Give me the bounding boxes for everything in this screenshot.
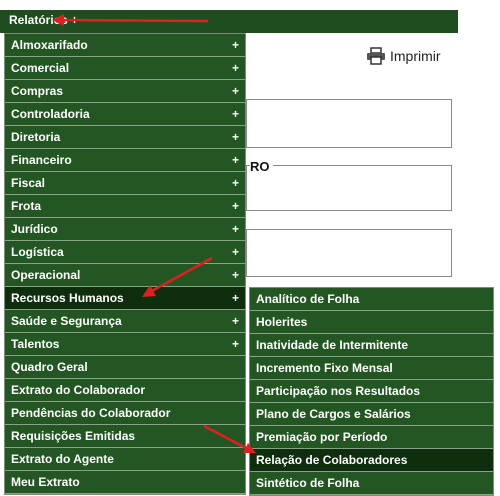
menu-item-label: Controladoria bbox=[11, 107, 90, 121]
menu-item-label: Comercial bbox=[11, 61, 70, 75]
submenu-item-label: Incremento Fixo Mensal bbox=[256, 361, 393, 375]
printer-icon bbox=[367, 47, 385, 65]
menu-item-label: Financeiro bbox=[11, 153, 72, 167]
expand-plus-icon: + bbox=[231, 107, 239, 121]
menu-item-recursos-humanos[interactable]: Recursos Humanos + bbox=[5, 287, 245, 310]
reports-dropdown-menu: Almoxarifado + Comercial + Compras + Controlad… bbox=[4, 33, 246, 495]
menu-item-requisicoes-emitidas[interactable]: Requisições Emitidas bbox=[5, 425, 245, 448]
submenu-item-label: Relação de Colaboradores bbox=[256, 453, 408, 467]
menu-item-comercial[interactable]: Comercial + bbox=[5, 57, 245, 80]
menu-item-frota[interactable]: Frota + bbox=[5, 195, 245, 218]
expand-plus-icon: + bbox=[231, 130, 239, 144]
menu-item-controladoria[interactable]: Controladoria + bbox=[5, 103, 245, 126]
menu-item-label: Talentos bbox=[11, 337, 60, 351]
submenu-item-label: Analítico de Folha bbox=[256, 292, 360, 306]
menu-item-extrato-do-colaborador[interactable]: Extrato do Colaborador bbox=[5, 379, 245, 402]
submenu-item-label: Inatividade de Intermitente bbox=[256, 338, 409, 352]
menu-item-talentos[interactable]: Talentos + bbox=[5, 333, 245, 356]
menu-item-label: Diretoria bbox=[11, 130, 61, 144]
menu-item-saude-e-seguranca[interactable]: Saúde e Segurança + bbox=[5, 310, 245, 333]
submenu-item-label: Plano de Cargos e Salários bbox=[256, 407, 411, 421]
submenu-item-label: Premiação por Período bbox=[256, 430, 388, 444]
reports-menu-title[interactable]: Relatórios + bbox=[9, 13, 78, 27]
menu-item-label: Compras bbox=[11, 84, 64, 98]
menu-item-label: Requisições Emitidas bbox=[11, 429, 136, 443]
expand-plus-icon: + bbox=[231, 153, 239, 167]
submenu-item-plano-de-cargos-e-salarios[interactable]: Plano de Cargos e Salários bbox=[250, 403, 493, 426]
menu-item-operacional[interactable]: Operacional + bbox=[5, 264, 245, 287]
menu-item-logistica[interactable]: Logística + bbox=[5, 241, 245, 264]
menu-item-compras[interactable]: Compras + bbox=[5, 80, 245, 103]
menu-item-label: Operacional bbox=[11, 268, 81, 282]
menu-item-label: Logística bbox=[11, 245, 64, 259]
menu-item-almoxarifado[interactable]: Almoxarifado + bbox=[5, 34, 245, 57]
expand-plus-icon: + bbox=[231, 222, 239, 236]
menu-item-diretoria[interactable]: Diretoria + bbox=[5, 126, 245, 149]
expand-plus-icon: + bbox=[231, 61, 239, 75]
expand-plus-icon: + bbox=[231, 268, 239, 282]
menu-item-label: Pendências do Colaborador bbox=[11, 406, 171, 420]
submenu-item-label: Holerites bbox=[256, 315, 308, 329]
submenu-item-analitico-de-folha[interactable]: Analítico de Folha bbox=[250, 288, 493, 311]
menu-item-label: Extrato do Agente bbox=[11, 452, 114, 466]
submenu-item-holerites[interactable]: Holerites bbox=[250, 311, 493, 334]
menu-item-fiscal[interactable]: Fiscal + bbox=[5, 172, 245, 195]
expand-plus-icon: + bbox=[231, 84, 239, 98]
expand-plus-icon: + bbox=[231, 176, 239, 190]
submenu-item-premiacao-por-periodo[interactable]: Premiação por Período bbox=[250, 426, 493, 449]
submenu-item-inatividade-de-intermitente[interactable]: Inatividade de Intermitente bbox=[250, 334, 493, 357]
expand-plus-icon: + bbox=[231, 245, 239, 259]
fieldset-legend-fragment: RO bbox=[250, 159, 273, 174]
submenu-item-label: Sintético de Folha bbox=[256, 476, 360, 490]
menu-item-financeiro[interactable]: Financeiro + bbox=[5, 149, 245, 172]
menu-item-label: Saúde e Segurança bbox=[11, 314, 122, 328]
menu-item-label: Extrato do Colaborador bbox=[11, 383, 146, 397]
menu-item-label: Fiscal bbox=[11, 176, 46, 190]
menu-item-label: Meu Extrato bbox=[11, 475, 80, 489]
submenu-item-relacao-de-colaboradores[interactable]: Relação de Colaboradores bbox=[250, 449, 493, 472]
background-fieldset-box bbox=[246, 165, 452, 211]
menu-item-juridico[interactable]: Jurídico + bbox=[5, 218, 245, 241]
submenu-item-incremento-fixo-mensal[interactable]: Incremento Fixo Mensal bbox=[250, 357, 493, 380]
menu-item-label: Almoxarifado bbox=[11, 38, 88, 52]
menu-item-label: Recursos Humanos bbox=[11, 291, 124, 305]
submenu-item-label: Participação nos Resultados bbox=[256, 384, 421, 398]
print-link[interactable]: Imprimir bbox=[366, 47, 441, 65]
expand-plus-icon: + bbox=[231, 337, 239, 351]
print-label: Imprimir bbox=[390, 48, 441, 64]
submenu-item-sintetico-de-folha[interactable]: Sintético de Folha bbox=[250, 472, 493, 495]
menu-item-quadro-geral[interactable]: Quadro Geral bbox=[5, 356, 245, 379]
menu-item-label: Jurídico bbox=[11, 222, 58, 236]
expand-plus-icon: + bbox=[231, 291, 239, 305]
menu-item-extrato-do-agente[interactable]: Extrato do Agente bbox=[5, 448, 245, 471]
background-field-box-1 bbox=[246, 99, 452, 148]
top-menubar: Relatórios + bbox=[0, 10, 458, 33]
submenu-item-participacao-nos-resultados[interactable]: Participação nos Resultados bbox=[250, 380, 493, 403]
background-field-box-2 bbox=[246, 229, 452, 277]
menu-item-label: Frota bbox=[11, 199, 41, 213]
recursos-humanos-submenu: Analítico de Folha Holerites Inatividade d… bbox=[249, 287, 494, 496]
expand-plus-icon: + bbox=[231, 314, 239, 328]
menu-item-pendencias-do-colaborador[interactable]: Pendências do Colaborador bbox=[5, 402, 245, 425]
expand-plus-icon: + bbox=[231, 199, 239, 213]
expand-plus-icon: + bbox=[231, 38, 239, 52]
menu-item-label: Quadro Geral bbox=[11, 360, 88, 374]
